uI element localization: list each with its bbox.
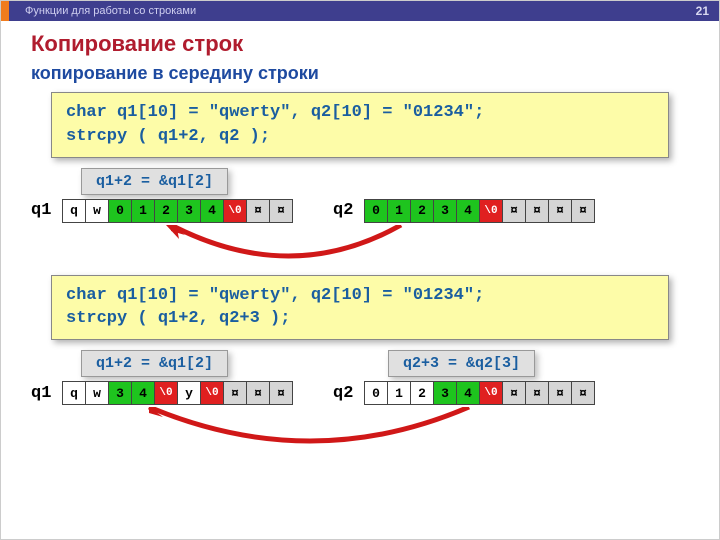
- memory-cell: \0: [479, 381, 503, 405]
- array-label-q1: q1: [31, 384, 57, 403]
- memory-row-ex1: q1 qw01234\0¤¤ q2 01234\0¤¤¤¤: [31, 199, 689, 223]
- memory-cell: ¤: [502, 199, 526, 223]
- memory-cell: ¤: [525, 381, 549, 405]
- memory-cell: ¤: [269, 199, 293, 223]
- accent-tab: [1, 1, 9, 21]
- memory-cell: 4: [131, 381, 155, 405]
- memory-cell: 1: [387, 381, 411, 405]
- memory-cell: ¤: [525, 199, 549, 223]
- memory-cell: 3: [433, 381, 457, 405]
- memory-cell: 4: [456, 381, 480, 405]
- memory-cell: ¤: [548, 381, 572, 405]
- page-number: 21: [696, 1, 709, 21]
- memory-cell: 2: [154, 199, 178, 223]
- memory-cell: ¤: [246, 381, 270, 405]
- pointer-annotation: q1+2 = &q1[2]: [81, 168, 228, 195]
- memory-cell: q: [62, 381, 86, 405]
- memory-cell: q: [62, 199, 86, 223]
- memory-cell: 2: [410, 381, 434, 405]
- memory-cell: 4: [456, 199, 480, 223]
- memory-cell: 3: [108, 381, 132, 405]
- array-label-q2: q2: [333, 201, 359, 220]
- memory-row-ex2: q1 qw34\0y\0¤¤¤ q2 01234\0¤¤¤¤: [31, 381, 689, 405]
- array-label-q1: q1: [31, 201, 57, 220]
- memory-cell: ¤: [269, 381, 293, 405]
- slide-content: Копирование строк копирование в середину…: [1, 21, 719, 461]
- code-line: strcpy ( q1+2, q2 );: [66, 125, 654, 149]
- pointer-annotation: q1+2 = &q1[2]: [81, 350, 228, 377]
- memory-cell: ¤: [571, 199, 595, 223]
- array-cells-q1: qw01234\0¤¤: [63, 199, 293, 223]
- array-cells-q2: 01234\0¤¤¤¤: [365, 199, 595, 223]
- header-title: Функции для работы со строками: [25, 1, 196, 21]
- array-cells-q2: 01234\0¤¤¤¤: [365, 381, 595, 405]
- code-block-2: char q1[10] = "qwerty", q2[10] = "01234"…: [51, 275, 669, 341]
- arrow-diagram-2: [31, 407, 689, 451]
- memory-cell: 0: [364, 381, 388, 405]
- memory-cell: ¤: [246, 199, 270, 223]
- arrow-diagram-1: [31, 225, 689, 269]
- memory-cell: 3: [433, 199, 457, 223]
- slide-header: Функции для работы со строками 21: [1, 1, 719, 21]
- memory-cell: y: [177, 381, 201, 405]
- memory-cell: 0: [364, 199, 388, 223]
- pointer-annotation: q2+3 = &q2[3]: [388, 350, 535, 377]
- memory-cell: 2: [410, 199, 434, 223]
- array-label-q2: q2: [333, 384, 359, 403]
- memory-cell: w: [85, 381, 109, 405]
- array-cells-q1: qw34\0y\0¤¤¤: [63, 381, 293, 405]
- memory-cell: ¤: [223, 381, 247, 405]
- code-line: char q1[10] = "qwerty", q2[10] = "01234"…: [66, 101, 654, 125]
- memory-cell: 1: [131, 199, 155, 223]
- page-subtitle: копирование в середину строки: [31, 63, 689, 84]
- memory-cell: ¤: [548, 199, 572, 223]
- memory-cell: ¤: [502, 381, 526, 405]
- memory-cell: \0: [200, 381, 224, 405]
- memory-cell: w: [85, 199, 109, 223]
- memory-cell: 1: [387, 199, 411, 223]
- memory-cell: \0: [154, 381, 178, 405]
- memory-cell: 3: [177, 199, 201, 223]
- code-block-1: char q1[10] = "qwerty", q2[10] = "01234"…: [51, 92, 669, 158]
- code-line: strcpy ( q1+2, q2+3 );: [66, 307, 654, 331]
- memory-cell: 0: [108, 199, 132, 223]
- memory-cell: \0: [479, 199, 503, 223]
- memory-cell: ¤: [571, 381, 595, 405]
- memory-cell: 4: [200, 199, 224, 223]
- code-line: char q1[10] = "qwerty", q2[10] = "01234"…: [66, 284, 654, 308]
- page-title: Копирование строк: [31, 31, 689, 57]
- memory-cell: \0: [223, 199, 247, 223]
